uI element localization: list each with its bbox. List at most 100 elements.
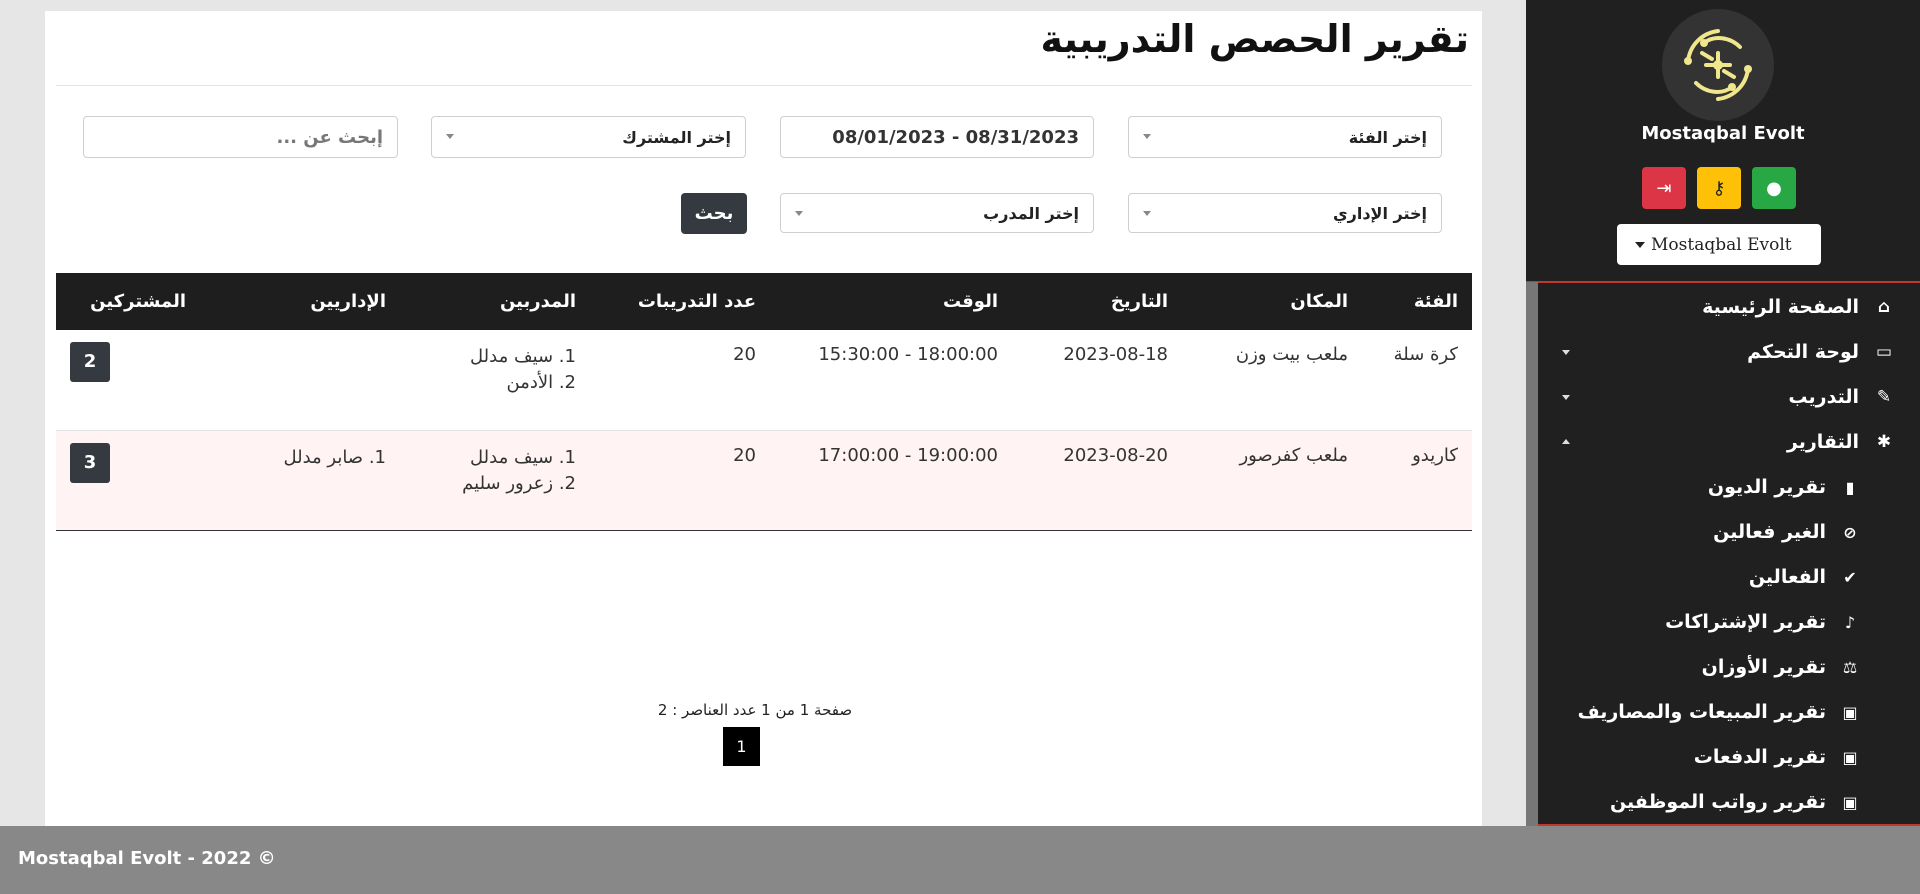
cell-time: 19:00:00 - 17:00:00: [770, 429, 1012, 531]
bell-icon: ♪: [1844, 612, 1856, 632]
sidebar-item-label: تقرير الدفعات: [1693, 746, 1826, 768]
cell-category: كاريدو: [1362, 429, 1472, 531]
chevron-down-icon: [1562, 395, 1570, 400]
trainer-select-label: إختر المدرب: [983, 203, 1079, 223]
scale-icon: ⚖: [1842, 657, 1858, 677]
cell-admins: [200, 330, 400, 430]
sidebar-item-label: التقارير: [1786, 431, 1859, 453]
key-button[interactable]: ⚷: [1697, 167, 1741, 209]
sidebar-item-active[interactable]: ✔ الفعالين: [1749, 563, 1860, 591]
money-bill-icon: ▣: [1842, 747, 1858, 767]
sidebar-item-label: لوحة التحكم: [1747, 341, 1859, 363]
chevron-up-icon: [1562, 439, 1570, 444]
cell-subscribers: 2: [56, 330, 200, 430]
page-button-1[interactable]: 1: [723, 727, 760, 766]
cell-place: ملعب بيت وزن: [1235, 344, 1348, 365]
trainer-item: 2. الأدمن: [506, 372, 576, 393]
user-icon: ●: [1766, 177, 1782, 199]
logout-button[interactable]: ⇥: [1642, 167, 1686, 209]
table-row: كرة سلة ملعب بيت وزن 2023-08-18 18:00:00…: [56, 330, 1472, 430]
sidebar-item-label: الغير فعالين: [1713, 521, 1826, 543]
sidebar-item-label: تقرير رواتب الموظفين: [1609, 791, 1826, 813]
profile-button[interactable]: ●: [1752, 167, 1796, 209]
main-card: تقرير الحصص التدريبية إختر الفئة 08/31/2…: [45, 11, 1482, 826]
category-select-label: إختر الفئة: [1348, 127, 1427, 147]
header-count: عدد التدريبات: [590, 273, 770, 330]
sidebar-item-payments-report[interactable]: ▣ تقرير الدفعات: [1694, 743, 1860, 771]
subscribers-count-button[interactable]: 2: [70, 342, 110, 382]
chevron-down-icon: [1562, 350, 1570, 355]
subscribers-count-button[interactable]: 3: [70, 442, 110, 483]
sidebar-item-reports[interactable]: ✱ التقارير: [1787, 428, 1895, 456]
sidebar-scrollbar[interactable]: [1526, 282, 1538, 826]
category-select[interactable]: إختر الفئة: [1128, 116, 1442, 158]
header-trainers: المدربين: [400, 273, 590, 330]
sidebar-divider: [1526, 281, 1920, 283]
header-category: الفئة: [1362, 273, 1472, 330]
branch-dropdown-label: Mostaqbal Evolt: [1651, 234, 1792, 255]
cell-admins: 1. صابر مدلل: [200, 429, 400, 531]
cell-category: كرة سلة: [1393, 344, 1458, 365]
footer: Mostaqbal Evolt - 2022 ©: [0, 826, 1920, 894]
key-icon: ⚷: [1712, 177, 1726, 199]
date-range-input[interactable]: 08/31/2023 - 08/01/2023: [780, 116, 1094, 158]
brand-logo-icon: [1662, 9, 1774, 121]
admin-select-label: إختر الإداري: [1332, 203, 1427, 223]
table-header-row: الفئة المكان التاريخ الوقت عدد التدريبات…: [56, 273, 1472, 330]
cell-trainers: 1. سيف مدلل 2. الأدمن: [400, 330, 590, 430]
laptop-icon: ▭: [1875, 342, 1893, 362]
cell-date: 2023-08-18: [1063, 344, 1168, 365]
admin-item: 1. صابر مدلل: [283, 446, 386, 468]
date-range-value: 08/31/2023 - 08/01/2023: [832, 126, 1079, 148]
search-placeholder: إبحث عن ...: [276, 126, 384, 148]
money-bill-icon: ▣: [1842, 702, 1858, 722]
sidebar-item-label: تقرير الإشتراكات: [1665, 611, 1826, 633]
subscriber-select-label: إختر المشترك: [622, 127, 731, 147]
caret-down-icon: [1635, 241, 1645, 248]
sidebar-item-weights-report[interactable]: ⚖ تقرير الأوزان: [1702, 653, 1860, 681]
subscriber-select[interactable]: إختر المشترك: [431, 116, 746, 158]
sidebar-item-dashboard[interactable]: ▭ لوحة التحكم: [1747, 338, 1895, 366]
sidebar-item-label: تقرير الأوزان: [1701, 656, 1826, 678]
trainer-select[interactable]: إختر المدرب: [780, 193, 1094, 233]
header-place: المكان: [1182, 273, 1362, 330]
cell-trainers: 1. سيف مدلل 2. زعرور سليم: [400, 429, 590, 531]
ban-icon: ⊘: [1843, 522, 1857, 542]
sidebar-item-label: تقرير المبيعات والمصاريف: [1577, 701, 1826, 723]
cell-subscribers: 3: [56, 429, 200, 531]
search-input[interactable]: إبحث عن ...: [83, 116, 398, 158]
check-icon: ✔: [1843, 567, 1857, 587]
sessions-table: الفئة المكان التاريخ الوقت عدد التدريبات…: [56, 273, 1472, 531]
cell-count: 20: [590, 429, 770, 531]
logout-icon: ⇥: [1656, 177, 1672, 199]
branch-dropdown[interactable]: Mostaqbal Evolt: [1617, 224, 1821, 265]
sidebar-item-label: الصفحة الرئيسية: [1702, 296, 1859, 318]
sidebar-item-salaries-report[interactable]: ▣ تقرير رواتب الموظفين: [1610, 788, 1860, 816]
sidebar-item-label: الفعالين: [1748, 566, 1826, 588]
page-title: تقرير الحصص التدريبية: [1040, 17, 1469, 61]
header-subscribers: المشتركين: [56, 273, 200, 330]
sidebar-item-home[interactable]: ⌂ الصفحة الرئيسية: [1702, 293, 1895, 321]
brand-name: Mostaqbal Evolt: [1641, 123, 1805, 144]
sidebar-item-inactive[interactable]: ⊘ الغير فعالين: [1713, 518, 1860, 546]
admin-select[interactable]: إختر الإداري: [1128, 193, 1442, 233]
header-time: الوقت: [770, 273, 1012, 330]
sidebar-item-subscriptions-report[interactable]: ♪ تقرير الإشتراكات: [1665, 608, 1860, 636]
trainer-item: 1. سيف مدلل: [470, 346, 576, 367]
money-bill-icon: ▣: [1842, 792, 1858, 812]
home-icon: ⌂: [1877, 297, 1891, 317]
sidebar: Mostaqbal Evolt ⇥ ⚷ ● Mostaqbal Evolt ⌂ …: [1526, 0, 1920, 826]
cell-place: ملعب كفرصور: [1182, 429, 1362, 531]
sidebar-item-label: تقرير الديون: [1707, 476, 1826, 498]
sidebar-item-sales-report[interactable]: ▣ تقرير المبيعات والمصاريف: [1578, 698, 1860, 726]
sidebar-item-training[interactable]: ✎ التدريب: [1788, 383, 1895, 411]
trainer-item: 2. زعرور سليم: [462, 472, 576, 494]
title-divider: [56, 85, 1472, 86]
sidebar-item-label: التدريب: [1788, 386, 1859, 408]
search-button[interactable]: بحث: [681, 193, 747, 234]
footer-copyright: Mostaqbal Evolt - 2022 ©: [18, 848, 276, 869]
sidebar-item-debts-report[interactable]: ▮ تقرير الديون: [1708, 473, 1860, 501]
cell-count: 20: [733, 344, 756, 365]
cell-date: 2023-08-20: [1012, 429, 1182, 531]
bug-icon: ✱: [1876, 432, 1892, 452]
